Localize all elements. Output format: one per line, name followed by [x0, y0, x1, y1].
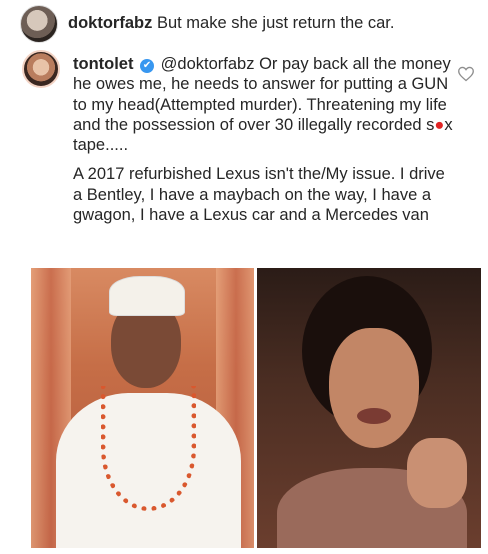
- reply-paragraph-1: tontolet ✔ @doktorfabz Or pay back all t…: [73, 54, 453, 155]
- comment-body: But make she just return the car.: [156, 14, 395, 32]
- woman-hand: [407, 438, 467, 508]
- photo-collage: [31, 268, 481, 548]
- heart-outline-icon[interactable]: [457, 66, 475, 82]
- verified-badge-icon: ✔: [140, 59, 155, 73]
- man-cap: [109, 276, 185, 316]
- photo-man: [31, 268, 254, 548]
- censor-dot: ●: [434, 115, 445, 134]
- username-doktorfabz[interactable]: doktorfabz: [68, 14, 152, 32]
- username-tontolet[interactable]: tontolet: [73, 55, 133, 73]
- avatar-doktorfabz[interactable]: [20, 5, 58, 43]
- coral-beads: [101, 386, 196, 511]
- reply-comment: tontolet ✔ @doktorfabz Or pay back all t…: [73, 54, 453, 225]
- woman-face: [329, 328, 419, 448]
- woman-lips: [357, 408, 391, 424]
- comment-text: doktorfabz But make she just return the …: [68, 14, 394, 33]
- mention-link[interactable]: @doktorfabz: [161, 55, 255, 73]
- avatar-tontolet[interactable]: [22, 50, 60, 88]
- photo-woman: [257, 268, 481, 548]
- comment-row-doktorfabz: doktorfabz But make she just return the …: [18, 3, 478, 43]
- reply-paragraph-2: A 2017 refurbished Lexus isn't the/My is…: [73, 165, 445, 225]
